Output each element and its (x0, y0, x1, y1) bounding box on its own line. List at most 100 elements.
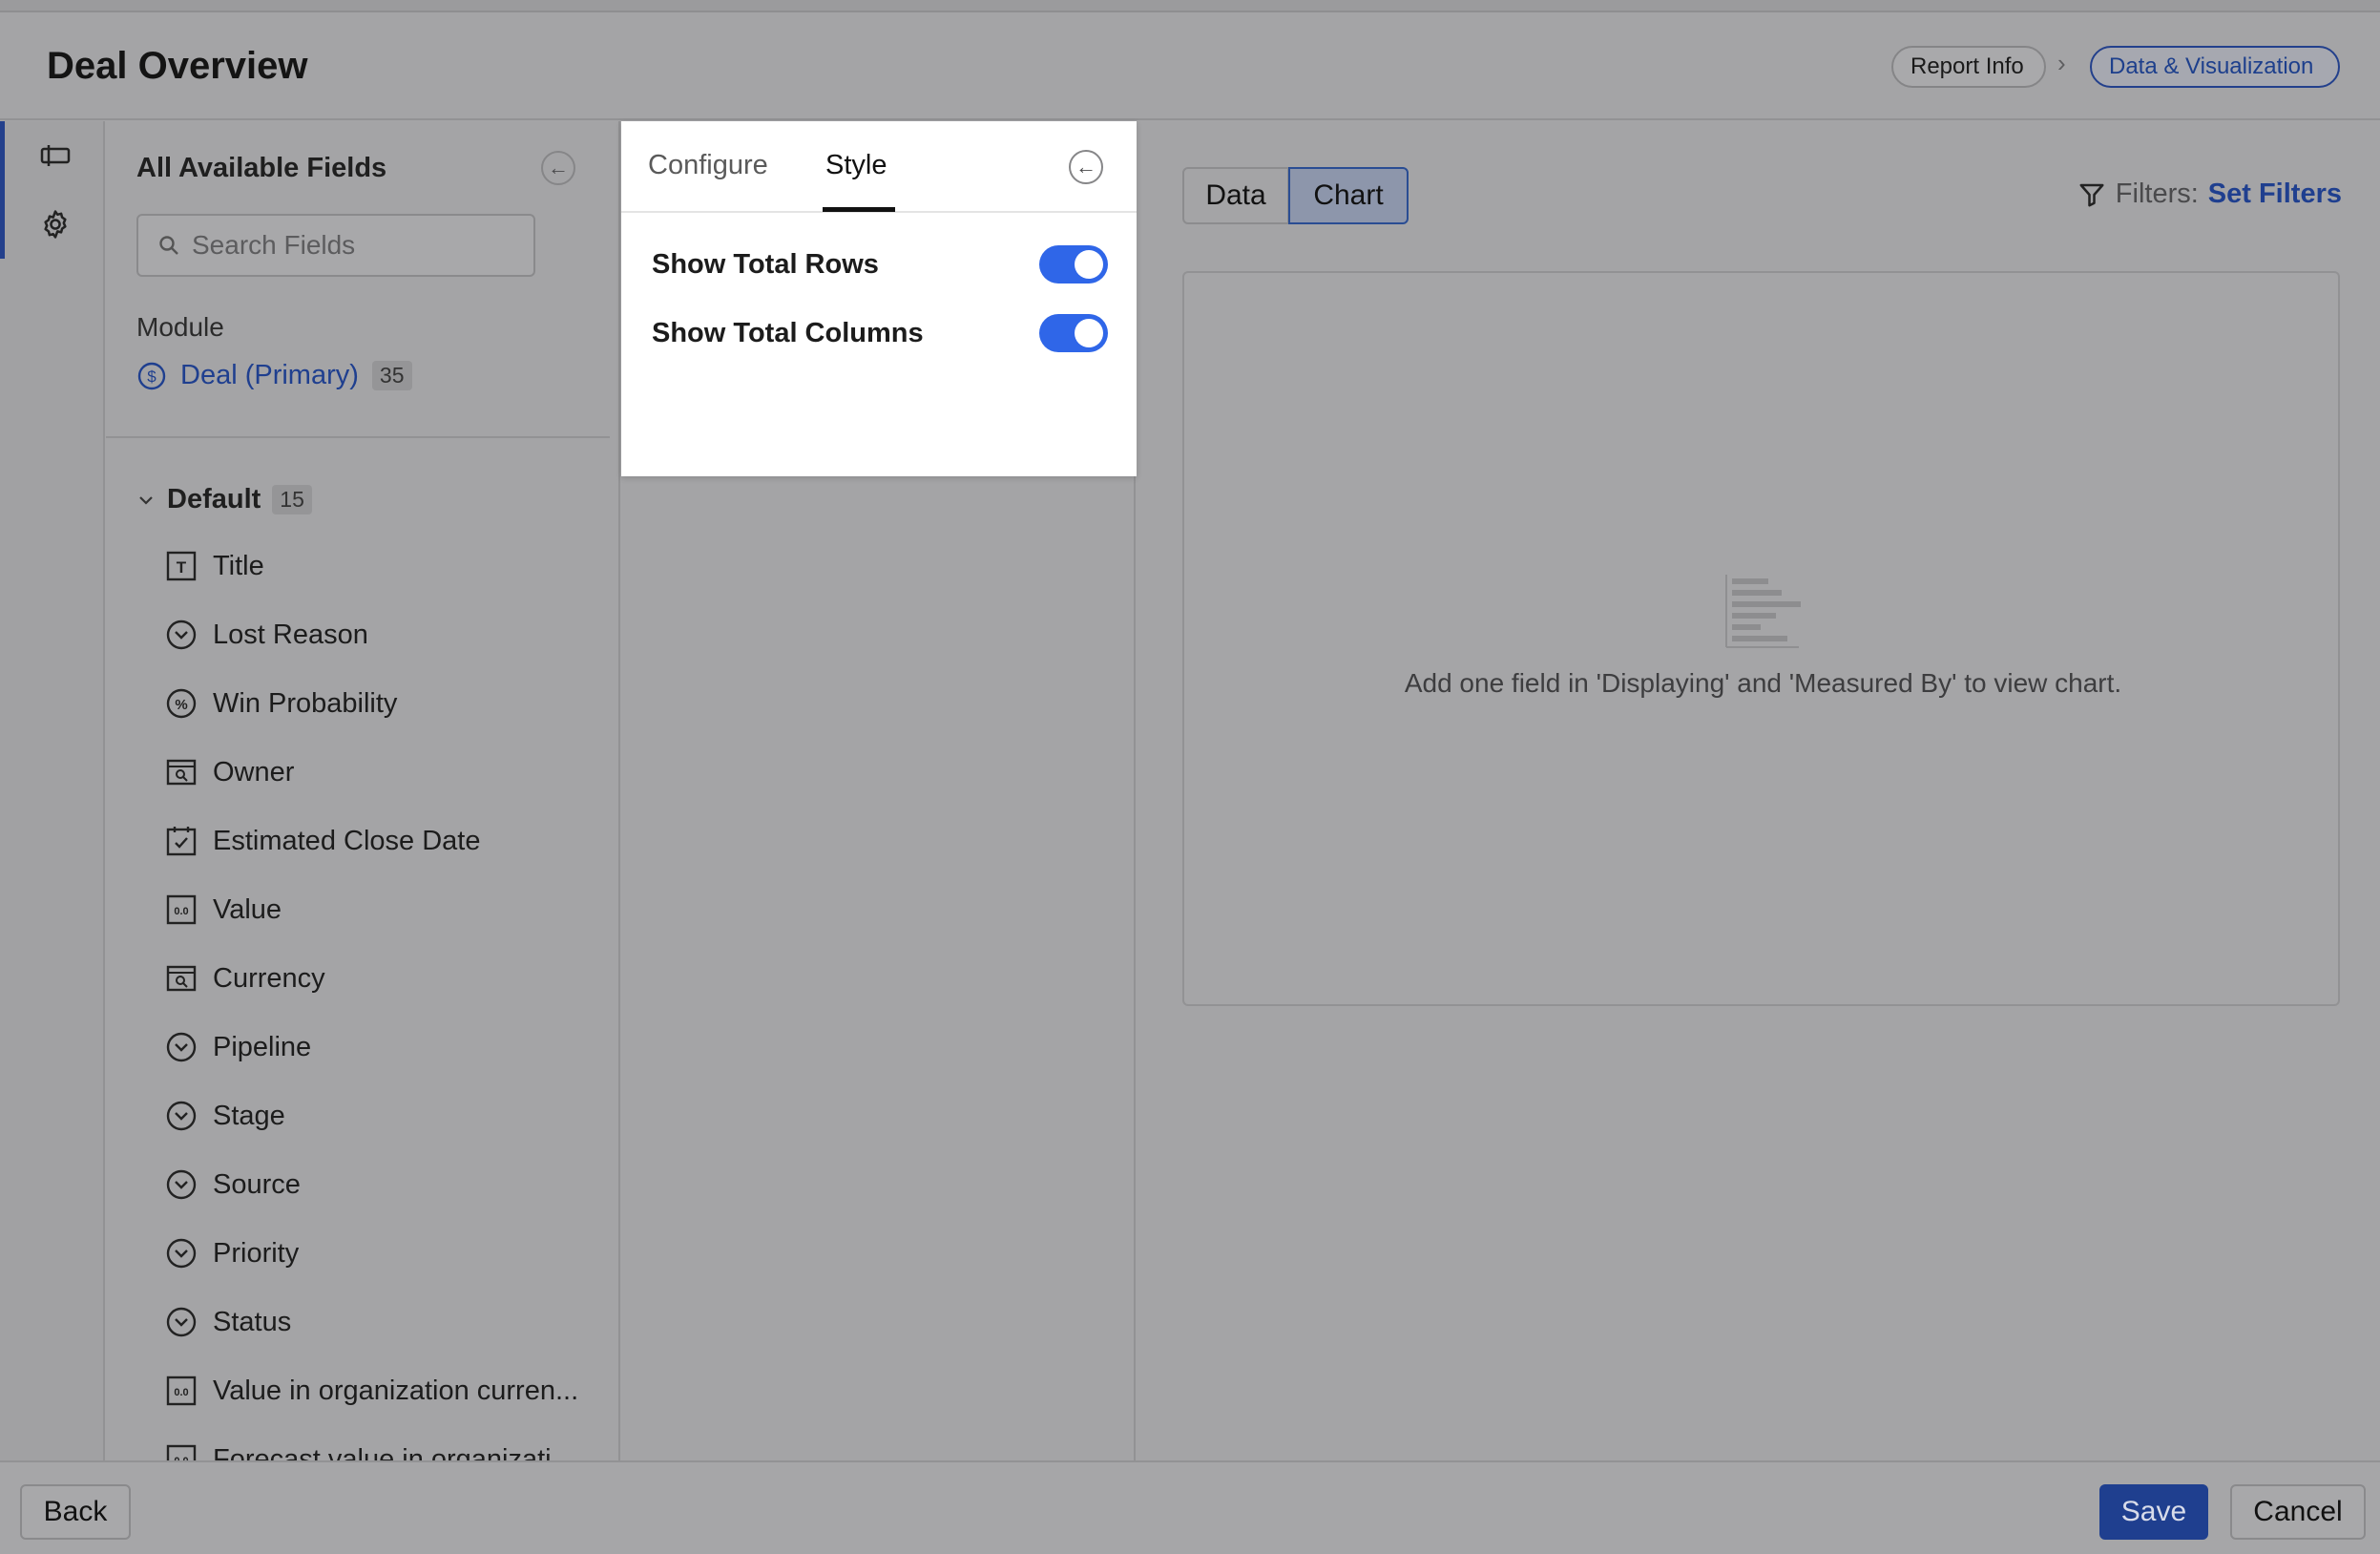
field-item[interactable]: 0.0 Value (165, 875, 614, 944)
svg-text:0.0: 0.0 (174, 1387, 188, 1398)
lookup-field-icon (165, 756, 198, 788)
style-tabs: Configure Style ← (621, 121, 1137, 213)
field-item[interactable]: Priority (165, 1219, 614, 1288)
field-item[interactable]: Stage (165, 1082, 614, 1150)
rail-settings-button[interactable] (0, 190, 105, 259)
field-item[interactable]: Lost Reason (165, 600, 614, 669)
field-item-label: Priority (213, 1237, 300, 1269)
svg-text:$: $ (147, 368, 157, 386)
breadcrumb-report-info[interactable]: Report Info (1891, 46, 2046, 88)
rail-report-layout-button[interactable] (0, 121, 105, 190)
module-selector[interactable]: $ Deal (Primary) 35 (136, 360, 412, 391)
left-rail (0, 121, 105, 1460)
field-item[interactable]: 0.0 Forecast value in organizati... (165, 1425, 614, 1460)
filters-label: Filters: (2115, 178, 2199, 209)
field-item-label: Currency (213, 962, 325, 994)
module-count-badge: 35 (371, 361, 412, 390)
tab-style[interactable]: Style (825, 150, 887, 181)
dropdown-field-icon (165, 1100, 198, 1132)
tab-configure[interactable]: Configure (648, 150, 768, 181)
arrow-left-icon: ← (1075, 155, 1096, 178)
breadcrumb-chevron-icon: › (2057, 49, 2066, 77)
page-title: Deal Overview (47, 45, 308, 87)
fields-divider (106, 436, 610, 438)
search-fields-input[interactable]: Search Fields (136, 214, 535, 277)
dropdown-field-icon (165, 1237, 198, 1270)
field-item[interactable]: Pipeline (165, 1013, 614, 1082)
field-item[interactable]: Owner (165, 738, 614, 807)
field-item-label: Estimated Close Date (213, 825, 481, 856)
svg-text:%: % (175, 697, 187, 713)
collapse-fields-button[interactable]: ← (541, 151, 575, 185)
field-item-label: Stage (213, 1100, 285, 1131)
show-total-columns-toggle[interactable] (1039, 314, 1108, 352)
search-placeholder: Search Fields (192, 230, 356, 260)
filter-icon (2079, 183, 2104, 206)
toggle-row-total-columns: Show Total Columns (652, 314, 1108, 352)
chart-placeholder: Add one field in 'Displaying' and 'Measu… (1182, 271, 2340, 1006)
number-field-icon: 0.0 (165, 893, 198, 926)
field-item[interactable]: Currency (165, 944, 614, 1013)
dropdown-field-icon (165, 1306, 198, 1338)
style-popover: Configure Style ← Show Total Rows Show T… (621, 121, 1137, 476)
number-field-icon: 0.0 (165, 1375, 198, 1407)
number-field-icon: 0.0 (165, 1443, 198, 1460)
dropdown-field-icon (165, 1031, 198, 1063)
toggle-label-total-columns: Show Total Columns (652, 317, 924, 348)
svg-text:T: T (177, 558, 187, 577)
search-icon (159, 236, 178, 255)
field-item[interactable]: Estimated Close Date (165, 807, 614, 875)
close-style-panel-button[interactable]: ← (1069, 150, 1103, 184)
dropdown-field-icon (165, 1168, 198, 1201)
field-item-label: Win Probability (213, 687, 398, 719)
lookup-field-icon (165, 962, 198, 995)
save-button[interactable]: Save (2099, 1484, 2208, 1540)
main-area: Data Chart Filters: Set Filters Add one … (1137, 121, 2380, 1460)
field-item[interactable]: Status (165, 1288, 614, 1356)
field-item-label: Title (213, 550, 264, 581)
field-item-label: Status (213, 1306, 292, 1337)
chevron-down-icon (139, 495, 153, 505)
empty-chart-message: Add one field in 'Displaying' and 'Measu… (1404, 668, 2122, 698)
filters-bar: Filters: Set Filters (2077, 178, 2342, 210)
group-default-header[interactable]: Default 15 (136, 484, 312, 515)
field-item[interactable]: 0.0 Value in organization curren... (165, 1356, 614, 1425)
page-header: Deal Overview Report Info › Data & Visua… (0, 12, 2380, 120)
fields-panel-title: All Available Fields (136, 153, 387, 183)
field-item[interactable]: % Win Probability (165, 669, 614, 738)
arrow-left-icon: ← (548, 156, 569, 179)
field-item-label: Pipeline (213, 1031, 312, 1062)
toggle-label-total-rows: Show Total Rows (652, 248, 879, 280)
field-item-label: Value in organization curren... (213, 1375, 579, 1406)
dollar-circle-icon: $ (137, 362, 166, 389)
gear-icon (43, 210, 67, 239)
text-field-icon: T (165, 550, 198, 582)
set-filters-link[interactable]: Set Filters (2208, 178, 2342, 210)
field-item-label: Owner (213, 756, 295, 788)
show-total-rows-toggle[interactable] (1039, 245, 1108, 284)
breadcrumb-data-visualization[interactable]: Data & Visualization (2090, 46, 2340, 88)
field-item[interactable]: Source (165, 1150, 614, 1219)
bar-chart-placeholder-icon (1725, 575, 1801, 648)
field-item-label: Value (213, 893, 282, 925)
toggle-row-total-rows: Show Total Rows (652, 245, 1108, 284)
view-chart-button[interactable]: Chart (1288, 167, 1409, 224)
module-name: Deal (Primary) (180, 360, 359, 390)
group-name: Default (167, 484, 261, 514)
dropdown-field-icon (165, 619, 198, 651)
field-item[interactable]: T Title (165, 532, 614, 600)
window-top-bar (0, 0, 2380, 12)
available-fields-panel: All Available Fields ← Search Fields Mod… (106, 121, 620, 1460)
footer-bar: Back Save Cancel (0, 1460, 2380, 1554)
group-count-badge: 15 (272, 485, 312, 514)
back-button[interactable]: Back (20, 1484, 131, 1540)
percent-field-icon: % (165, 687, 198, 720)
active-tab-indicator (823, 207, 895, 212)
cancel-button[interactable]: Cancel (2230, 1484, 2366, 1540)
view-data-button[interactable]: Data (1182, 167, 1289, 224)
field-item-label: Lost Reason (213, 619, 368, 650)
field-item-label: Source (213, 1168, 301, 1200)
module-label: Module (136, 312, 224, 342)
date-field-icon (165, 825, 198, 857)
report-layout-icon (40, 145, 70, 166)
